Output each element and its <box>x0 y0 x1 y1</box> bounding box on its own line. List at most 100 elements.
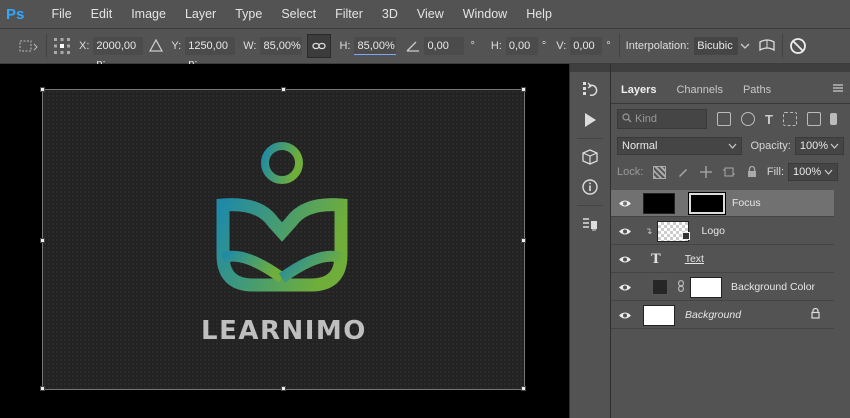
3d-cube-icon[interactable] <box>577 145 603 169</box>
eye-icon[interactable] <box>617 311 633 320</box>
blend-row: Normal Opacity: 100% <box>611 134 850 158</box>
eye-icon[interactable] <box>617 255 633 264</box>
move-icon[interactable] <box>699 166 712 179</box>
pixel-filter-icon[interactable] <box>717 112 731 126</box>
menu-view[interactable]: View <box>407 7 453 21</box>
menu-filter[interactable]: Filter <box>326 7 373 21</box>
transform-handle[interactable] <box>281 87 286 92</box>
document-canvas[interactable]: LEARNIMO <box>40 87 526 391</box>
eye-icon[interactable] <box>617 227 633 236</box>
logo-wordmark: LEARNIMO <box>201 316 367 346</box>
menu-file[interactable]: File <box>42 7 81 21</box>
menu-image[interactable]: Image <box>122 7 176 21</box>
filter-toggle-icon[interactable] <box>829 113 837 125</box>
panel-tabs: Layers Channels Paths <box>611 72 850 104</box>
transform-handle[interactable] <box>521 386 526 391</box>
smart-object-filter-icon[interactable] <box>806 112 821 126</box>
menu-help[interactable]: Help <box>517 7 562 21</box>
relative-position-icon[interactable] <box>149 39 164 53</box>
layer-row-background-color[interactable]: Background Color <box>611 274 834 301</box>
fill-color-thumbnail[interactable] <box>652 279 668 295</box>
hskew-label: H: <box>490 40 502 52</box>
artboard-lock-icon[interactable] <box>722 166 735 179</box>
search-icon <box>622 112 632 126</box>
h-label: H: <box>339 40 351 52</box>
tab-paths[interactable]: Paths <box>733 77 781 103</box>
hskew-input[interactable]: 0,00 <box>505 37 538 55</box>
actions-play-icon[interactable] <box>577 108 603 132</box>
tab-channels[interactable]: Channels <box>666 77 732 103</box>
transform-handle[interactable] <box>281 386 286 391</box>
x-input[interactable]: 2000,00 p: <box>93 37 144 70</box>
interpolation-label: Interpolation: <box>625 40 690 52</box>
eye-icon[interactable] <box>617 199 633 208</box>
transform-handle[interactable] <box>40 87 45 92</box>
canvas-area[interactable]: LEARNIMO <box>0 64 569 418</box>
filter-kind-select[interactable]: Kind <box>617 109 707 129</box>
filter-kind-label: Kind <box>635 113 658 125</box>
layer-name: Logo <box>701 225 725 237</box>
layers-panel: Layers Channels Paths Kind T Normal Opac… <box>611 64 850 418</box>
fill-value: 100% <box>793 166 822 178</box>
divider <box>46 34 47 58</box>
tab-layers[interactable]: Layers <box>611 77 667 103</box>
type-filter-icon[interactable]: T <box>765 112 773 127</box>
width-input[interactable]: 85,00% <box>260 37 303 55</box>
blend-mode-select[interactable]: Normal <box>617 137 743 155</box>
layers-scrollbar[interactable] <box>834 191 850 418</box>
reference-point-icon[interactable] <box>53 37 71 55</box>
transform-tool-icon[interactable] <box>18 38 40 54</box>
panel-menu-icon[interactable] <box>832 82 844 96</box>
menu-layer[interactable]: Layer <box>175 7 225 21</box>
eye-icon[interactable] <box>617 283 633 292</box>
lock-icon[interactable] <box>745 166 758 179</box>
fill-input[interactable]: 100% <box>788 163 838 181</box>
lock-transparency-icon[interactable] <box>653 165 667 179</box>
transform-handle[interactable] <box>521 87 526 92</box>
cancel-transform-icon[interactable] <box>789 37 807 55</box>
type-layer-icon: T <box>651 251 661 267</box>
y-label: Y: <box>171 40 182 52</box>
lock-row: Lock: Fill: 100% <box>611 158 850 186</box>
menu-edit[interactable]: Edit <box>81 7 122 21</box>
menu-window[interactable]: Window <box>453 7 516 21</box>
layer-row-text[interactable]: T Text <box>611 246 834 273</box>
layer-name: Text <box>684 253 704 265</box>
layer-row-focus[interactable]: Focus <box>611 190 834 217</box>
properties-icon[interactable] <box>577 212 603 236</box>
layer-filter-row: Kind T <box>611 104 850 134</box>
info-icon[interactable] <box>577 175 603 199</box>
adjustment-filter-icon[interactable] <box>741 112 755 126</box>
link-icon[interactable] <box>678 279 684 295</box>
panel-collapse-strip[interactable] <box>611 64 850 72</box>
layer-row-background[interactable]: Background <box>611 302 834 329</box>
opacity-input[interactable]: 100% <box>794 137 844 155</box>
menu-select[interactable]: Select <box>272 7 326 21</box>
interpolation-select[interactable]: Bicubic <box>694 37 739 55</box>
vskew-input[interactable]: 0,00 <box>570 37 603 55</box>
lock-label: Lock: <box>617 166 644 178</box>
warp-mode-icon[interactable] <box>758 38 776 54</box>
layer-mask-thumbnail[interactable] <box>690 276 722 298</box>
brush-icon[interactable] <box>676 166 689 179</box>
vskew-label: V: <box>556 40 567 52</box>
history-icon[interactable] <box>577 78 603 102</box>
link-icon[interactable] <box>307 34 332 58</box>
options-bar: X: 2000,00 p: Y: 1250,00 p: W: 85,00% H:… <box>0 28 850 70</box>
y-input[interactable]: 1250,00 p: <box>185 37 236 70</box>
layer-row-logo[interactable]: ↴ Logo <box>611 218 834 245</box>
menu-type[interactable]: Type <box>226 7 272 21</box>
lock-icon[interactable] <box>811 307 820 322</box>
transform-handle[interactable] <box>521 238 526 243</box>
transform-handle[interactable] <box>40 238 45 243</box>
rotate-input[interactable]: 0,00 <box>424 37 465 55</box>
divider <box>577 205 603 206</box>
collapse-strip[interactable] <box>570 64 610 72</box>
height-input[interactable]: 85,00% <box>354 37 397 55</box>
transform-handle[interactable] <box>40 386 45 391</box>
layer-name: Background <box>685 309 742 321</box>
layer-mask-thumbnail[interactable] <box>688 191 726 215</box>
menu-3d[interactable]: 3D <box>372 7 407 21</box>
shape-filter-icon[interactable] <box>782 112 797 126</box>
chevron-down-icon[interactable] <box>740 42 750 50</box>
